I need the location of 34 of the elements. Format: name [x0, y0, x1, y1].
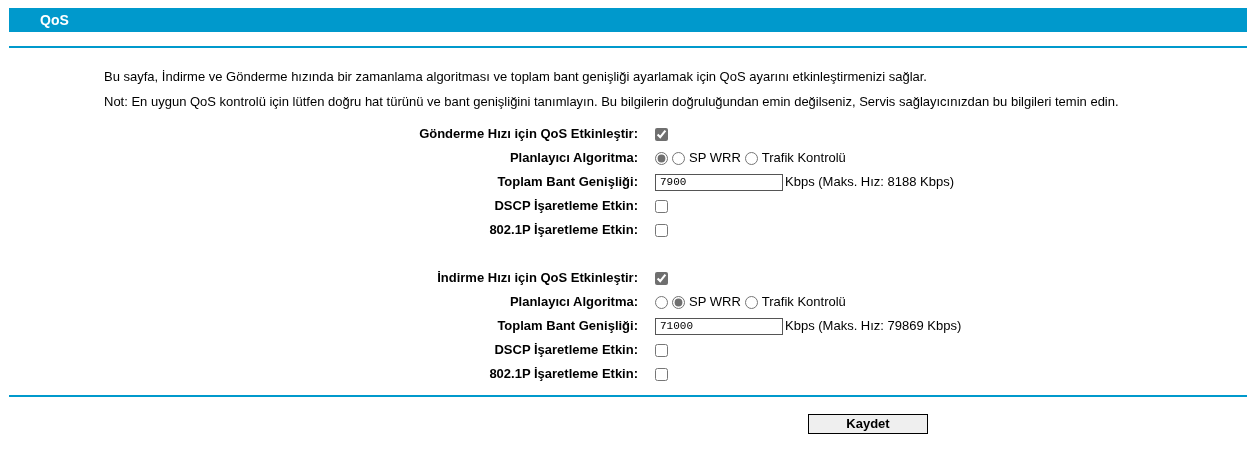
field-label: İndirme Hızı için QoS Etkinleştir:: [436, 269, 639, 288]
bandwidth-field[interactable]: 71000: [655, 317, 783, 335]
save-button[interactable]: Kaydet: [808, 414, 928, 434]
field-label: Toplam Bant Genişliği:: [496, 317, 639, 336]
radio-button[interactable]: [655, 295, 668, 309]
checkbox[interactable]: [655, 199, 668, 213]
field-label: Planlayıcı Algoritma:: [508, 293, 639, 312]
field-label: Gönderme Hızı için QoS Etkinleştir:: [418, 125, 639, 144]
radio-button[interactable]: [672, 151, 685, 165]
checkbox[interactable]: [655, 367, 668, 381]
radio-button[interactable]: [672, 295, 685, 309]
radio-label: Trafik Kontrolü: [761, 293, 846, 312]
radio-label: SP WRR: [689, 293, 741, 312]
radio-button[interactable]: [744, 151, 758, 165]
checkbox[interactable]: [655, 343, 668, 357]
radio-label: Trafik Kontrolü: [761, 149, 846, 168]
bandwidth-field[interactable]: 7900: [655, 173, 783, 191]
checkbox[interactable]: [655, 127, 668, 141]
page-title: QoS: [9, 8, 1247, 32]
field-label: Planlayıcı Algoritma:: [508, 149, 639, 168]
field-label: DSCP İşaretleme Etkin:: [493, 341, 639, 360]
field-label: 802.1P İşaretleme Etkin:: [488, 221, 639, 240]
radio-button[interactable]: [655, 151, 668, 165]
checkbox[interactable]: [655, 223, 668, 237]
unit-text: Kbps (Maks. Hız: 79869 Kbps): [785, 317, 962, 336]
field-label: DSCP İşaretleme Etkin:: [493, 197, 639, 216]
field-label: 802.1P İşaretleme Etkin:: [488, 365, 639, 384]
field-label: Toplam Bant Genişliği:: [496, 173, 639, 192]
radio-button[interactable]: [744, 295, 758, 309]
radio-label: SP WRR: [689, 149, 741, 168]
checkbox[interactable]: [655, 271, 668, 285]
unit-text: Kbps (Maks. Hız: 8188 Kbps): [785, 173, 955, 192]
description-text: Bu sayfa, İndirme ve Gönderme hızında bir zamanlama algoritması ve toplam bant genişliği ayarlamak için QoS ayarını etkinleştirmenizi sağlar.: [104, 68, 928, 86]
description-text: Not: En uygun QoS kontrolü için lütfen doğru hat türünü ve bant genişliğini tanımlayın. Bu bilgilerin doğruluğundan emin değilseniz, Servis sağlayıcınızdan bu bilgileri temin edin.: [104, 93, 1120, 111]
